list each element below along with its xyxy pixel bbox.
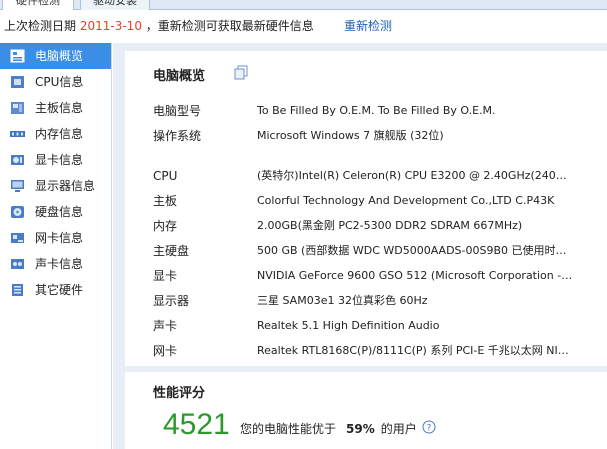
last-scan-hint: ，重新检测可获取最新硬件信息 — [145, 19, 314, 33]
sidebar-item-label: 声卡信息 — [35, 257, 84, 271]
tab-driver-install[interactable]: 驱动安装 — [80, 0, 150, 10]
performance-title: 性能评分 — [153, 386, 206, 401]
comparison-suffix: 的用户 — [380, 422, 417, 436]
overview-panel: 电脑概览 电脑型号 To Be Filled By O.E.M. To Be F… — [125, 51, 607, 366]
hard-disk-icon — [11, 206, 24, 218]
rescan-link[interactable]: 重新检测 — [344, 10, 392, 43]
network-card-icon — [11, 233, 24, 243]
performance-panel: 性能评分 4521 您的电脑性能优于 59% 的用户 ? — [125, 372, 607, 449]
info-label: 主硬盘 — [153, 244, 190, 258]
info-row-os: 操作系统 Microsoft Windows 7 旗舰版 (32位) — [153, 126, 444, 146]
sidebar-item-label: 显卡信息 — [35, 153, 84, 167]
info-value: (英特尔)Intel(R) Celeron(R) CPU E3200 @ 2.4… — [257, 169, 573, 182]
info-label: CPU — [153, 169, 178, 183]
overview-icon — [10, 49, 25, 63]
graphics-card-icon — [11, 155, 24, 165]
info-row-network-card: 网卡 Realtek RTL8168C(P)/8111C(P) 系列 PCI-E… — [153, 341, 573, 361]
info-label: 主板 — [153, 194, 178, 208]
info-value: Colorful Technology And Development Co.,… — [257, 194, 555, 207]
info-label: 网卡 — [153, 344, 178, 358]
last-scan-prefix: 上次检测日期 — [4, 19, 77, 33]
sidebar-item-label: 电脑概览 — [35, 49, 84, 63]
sidebar-item-label: 硬盘信息 — [35, 205, 84, 219]
sound-card-icon — [11, 259, 24, 269]
cpu-icon — [11, 76, 24, 88]
performance-comparison: 您的电脑性能优于 59% 的用户 — [240, 420, 417, 437]
info-value: 2.00GB(黑金刚 PC2-5300 DDR2 SDRAM 667MHz) — [257, 219, 523, 232]
sidebar-item-label: 显示器信息 — [35, 179, 96, 193]
sidebar-item-other-hardware[interactable]: 其它硬件 — [0, 277, 111, 303]
sidebar-item-graphics[interactable]: 显卡信息 — [0, 147, 111, 173]
other-hardware-icon — [12, 284, 23, 296]
info-label: 内存 — [153, 219, 178, 233]
sidebar-item-overview[interactable]: 电脑概览 — [0, 43, 111, 69]
memory-icon — [10, 131, 25, 137]
info-label: 显卡 — [153, 269, 178, 283]
comparison-prefix: 您的电脑性能优于 — [240, 422, 337, 436]
info-row-cpu: CPU (英特尔)Intel(R) Celeron(R) CPU E3200 @… — [153, 166, 573, 186]
sidebar-item-label: 其它硬件 — [35, 283, 84, 297]
sidebar-item-motherboard[interactable]: 主板信息 — [0, 95, 111, 121]
sidebar-item-network-card[interactable]: 网卡信息 — [0, 225, 111, 251]
info-value: NVIDIA GeForce 9600 GSO 512 (Microsoft C… — [257, 269, 573, 282]
info-row-motherboard: 主板 Colorful Technology And Development C… — [153, 191, 554, 211]
sidebar-item-sound-card[interactable]: 声卡信息 — [0, 251, 111, 277]
comparison-percent: 59% — [346, 422, 375, 436]
sidebar-item-memory[interactable]: 内存信息 — [0, 121, 111, 147]
info-label: 操作系统 — [153, 129, 202, 143]
svg-text:?: ? — [427, 424, 432, 434]
info-label: 显示器 — [153, 294, 190, 308]
motherboard-icon — [11, 102, 24, 114]
sidebar-item-label: 网卡信息 — [35, 231, 84, 245]
sidebar-item-monitor[interactable]: 显示器信息 — [0, 173, 111, 199]
monitor-icon — [11, 180, 24, 192]
info-value: Microsoft Windows 7 旗舰版 (32位) — [257, 129, 444, 142]
info-value: 500 GB (西部数据 WDC WD5000AADS-00S9B0 已使用时间… — [257, 244, 573, 257]
tab-hardware-detection[interactable]: 硬件检测 — [2, 0, 74, 10]
main-content: 电脑概览 电脑型号 To Be Filled By O.E.M. To Be F… — [113, 43, 607, 449]
last-scan-bar: 上次检测日期 2011-3-10 ，重新检测可获取最新硬件信息 重新检测 — [0, 10, 607, 43]
info-row-model: 电脑型号 To Be Filled By O.E.M. To Be Filled… — [153, 101, 496, 121]
last-scan-date: 2011-3-10 — [79, 19, 142, 33]
info-value: Realtek 5.1 High Definition Audio — [257, 319, 440, 332]
info-row-memory: 内存 2.00GB(黑金刚 PC2-5300 DDR2 SDRAM 667MHz… — [153, 216, 522, 236]
info-row-sound-card: 声卡 Realtek 5.1 High Definition Audio — [153, 316, 439, 336]
overview-title: 电脑概览 — [153, 69, 206, 84]
info-row-monitor: 显示器 三星 SAM03e1 32位真彩色 60Hz — [153, 291, 428, 311]
info-value: Realtek RTL8168C(P)/8111C(P) 系列 PCI-E 千兆… — [257, 344, 573, 357]
sidebar-item-hard-disk[interactable]: 硬盘信息 — [0, 199, 111, 225]
info-value: To Be Filled By O.E.M. To Be Filled By O… — [257, 104, 496, 117]
info-value: 三星 SAM03e1 32位真彩色 60Hz — [257, 294, 428, 307]
sidebar: 电脑概览 CPU信息 主板信息 内存信息 显卡信息 显示器信息 硬盘信息 网卡信… — [0, 43, 112, 449]
help-icon[interactable]: ? — [422, 420, 436, 434]
info-label: 电脑型号 — [153, 104, 202, 118]
info-label: 声卡 — [153, 319, 178, 333]
sidebar-item-cpu[interactable]: CPU信息 — [0, 69, 111, 95]
sidebar-item-label: CPU信息 — [35, 75, 84, 89]
info-row-graphics: 显卡 NVIDIA GeForce 9600 GSO 512 (Microsof… — [153, 266, 573, 286]
copy-icon[interactable] — [234, 65, 248, 80]
performance-score: 4521 — [163, 408, 230, 441]
sidebar-item-label: 内存信息 — [35, 127, 84, 141]
info-row-hard-disk: 主硬盘 500 GB (西部数据 WDC WD5000AADS-00S9B0 已… — [153, 241, 573, 261]
sidebar-item-label: 主板信息 — [35, 101, 84, 115]
tab-bar: 硬件检测 驱动安装 — [0, 0, 607, 10]
